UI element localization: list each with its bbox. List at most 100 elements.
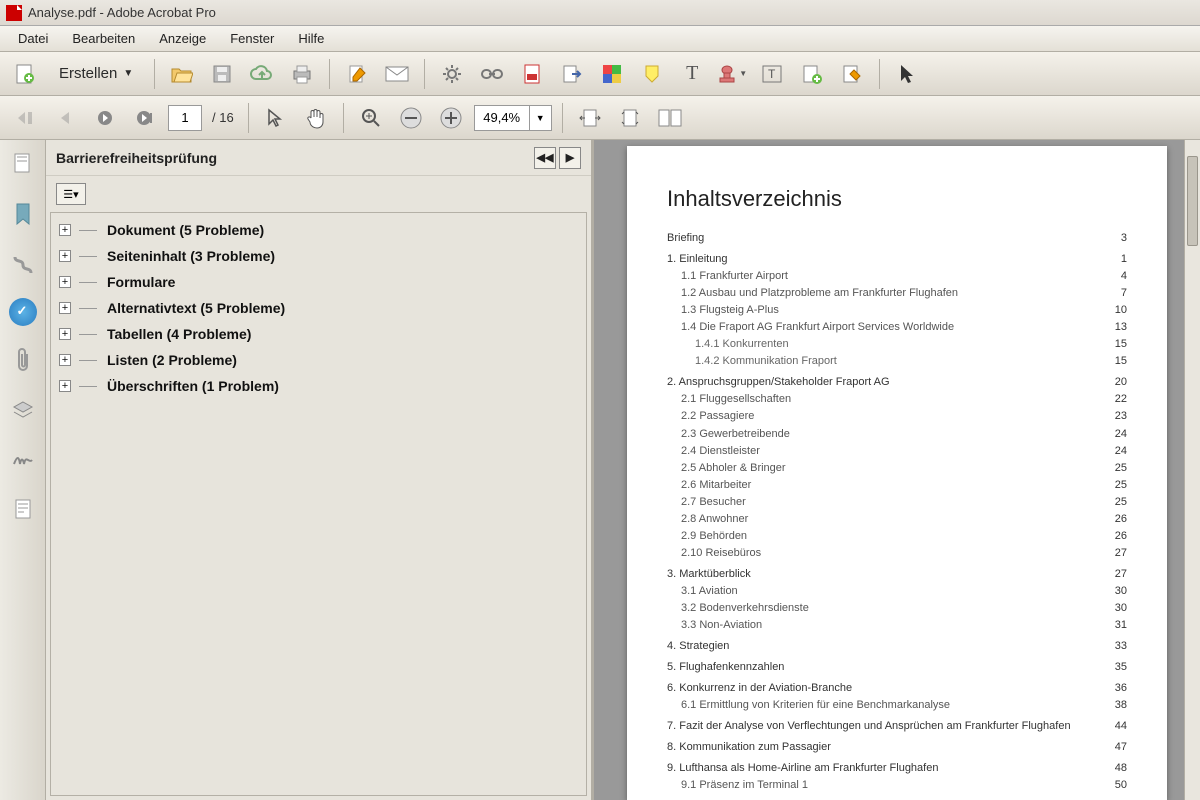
flow-icon[interactable] [7,248,39,280]
scrollbar-thumb[interactable] [1187,156,1198,246]
menu-datei[interactable]: Datei [6,27,60,50]
panel-next-icon[interactable]: ▶ [559,147,581,169]
document-view[interactable]: Inhaltsverzeichnis Briefing31. Einleitun… [594,140,1200,800]
mail-icon[interactable] [380,57,414,91]
edit-icon[interactable] [340,57,374,91]
tree-item[interactable]: +Dokument (5 Probleme) [51,217,586,243]
toc-list: Briefing31. Einleitung11.1 Frankfurter A… [667,230,1127,794]
options-menu-icon[interactable]: ☰▾ [56,183,86,205]
menu-bearbeiten[interactable]: Bearbeiten [60,27,147,50]
tree-item[interactable]: +Tabellen (4 Probleme) [51,321,586,347]
menu-bar: Datei Bearbeiten Anzeige Fenster Hilfe [0,26,1200,52]
expand-icon[interactable]: + [59,250,71,262]
zoom-input[interactable] [475,110,529,125]
toc-page: 25 [1115,494,1127,511]
toc-page: 27 [1115,566,1127,583]
form-add-icon[interactable] [795,57,829,91]
tree-item[interactable]: +Formulare [51,269,586,295]
toc-title: 9.1 Präsenz im Terminal 1 [667,777,808,794]
toc-title: 1.4 Die Fraport AG Frankfurt Airport Ser… [667,319,954,336]
page-input[interactable] [168,105,202,131]
toc-row: 8. Kommunikation zum Passagier47 [667,739,1127,756]
menu-fenster[interactable]: Fenster [218,27,286,50]
cloud-icon[interactable] [245,57,279,91]
first-page-icon[interactable] [8,101,42,135]
toc-row: 2.10 Reisebüros27 [667,545,1127,562]
pointer-icon[interactable] [890,57,924,91]
extract-icon[interactable] [555,57,589,91]
prev-page-icon[interactable] [48,101,82,135]
textbox-icon[interactable]: T [755,57,789,91]
hand-tool-icon[interactable] [299,101,333,135]
gear-icon[interactable] [435,57,469,91]
create-icon[interactable] [8,57,42,91]
attachments-icon[interactable] [7,344,39,376]
save-icon[interactable] [205,57,239,91]
tree-item[interactable]: + Überschriften (1 Problem) [51,373,586,399]
toc-row: 2.4 Dienstleister24 [667,443,1127,460]
panel-prev-icon[interactable]: ◀◀ [534,147,556,169]
last-page-icon[interactable] [128,101,162,135]
toc-page: 22 [1115,391,1127,408]
tree-label: Überschriften (1 Problem) [107,378,279,394]
fit-page-icon[interactable] [613,101,647,135]
toc-page: 7 [1121,285,1127,302]
tree-item[interactable]: +Seiteninhalt (3 Probleme) [51,243,586,269]
text-icon[interactable]: T [675,57,709,91]
thumbnails-icon[interactable] [7,148,39,180]
menu-anzeige[interactable]: Anzeige [147,27,218,50]
bookmarks-icon[interactable] [7,198,39,230]
vertical-scrollbar[interactable] [1184,140,1200,800]
toc-page: 48 [1115,760,1127,777]
toc-title: 2.10 Reisebüros [667,545,761,562]
tree-item[interactable]: +Listen (2 Probleme) [51,347,586,373]
toc-page: 15 [1115,336,1127,353]
toc-page: 24 [1115,443,1127,460]
layers-icon[interactable] [7,394,39,426]
print-icon[interactable] [285,57,319,91]
toc-page: 25 [1115,477,1127,494]
main-area: Barrierefreiheitsprüfung ◀◀ ▶ ☰▾ +Dokume… [0,140,1200,800]
tags-icon[interactable] [7,494,39,526]
fit-width-icon[interactable] [573,101,607,135]
expand-icon[interactable]: + [59,380,71,392]
stamp-icon[interactable]: ▼ [715,57,749,91]
marquee-zoom-icon[interactable] [354,101,388,135]
zoom-field[interactable]: ▼ [474,105,552,131]
create-button[interactable]: Erstellen▼ [48,60,144,87]
expand-icon[interactable]: + [59,224,71,236]
open-icon[interactable] [165,57,199,91]
toc-row: 2.7 Besucher25 [667,494,1127,511]
toc-page: 26 [1115,528,1127,545]
highlight-icon[interactable] [635,57,669,91]
signatures-icon[interactable] [7,444,39,476]
expand-icon[interactable]: + [59,328,71,340]
link-icon[interactable] [475,57,509,91]
next-page-icon[interactable] [88,101,122,135]
toc-page: 25 [1115,460,1127,477]
two-page-icon[interactable] [653,101,687,135]
toc-row: 1.4.2 Kommunikation Fraport15 [667,353,1127,370]
expand-icon[interactable]: + [59,276,71,288]
toc-row: 1. Einleitung1 [667,251,1127,268]
toc-title: 4. Strategien [667,638,729,655]
toc-title: 3.3 Non-Aviation [667,617,762,634]
select-tool-icon[interactable] [259,101,293,135]
menu-hilfe[interactable]: Hilfe [286,27,336,50]
zoom-in-icon[interactable] [434,101,468,135]
color-icon[interactable] [595,57,629,91]
toc-row: 9.1 Präsenz im Terminal 150 [667,777,1127,794]
expand-icon[interactable]: + [59,354,71,366]
left-rail [0,140,46,800]
tree-item[interactable]: +Alternativtext (5 Probleme) [51,295,586,321]
toc-title: 3.2 Bodenverkehrsdienste [667,600,809,617]
toc-page: 10 [1115,302,1127,319]
pdf-tool-icon[interactable] [515,57,549,91]
accessibility-check-icon[interactable] [9,298,37,326]
zoom-out-icon[interactable] [394,101,428,135]
toc-title: 2.8 Anwohner [667,511,748,528]
form-edit-icon[interactable] [835,57,869,91]
toc-page: 13 [1115,319,1127,336]
zoom-dropdown-icon[interactable]: ▼ [529,106,551,130]
expand-icon[interactable]: + [59,302,71,314]
